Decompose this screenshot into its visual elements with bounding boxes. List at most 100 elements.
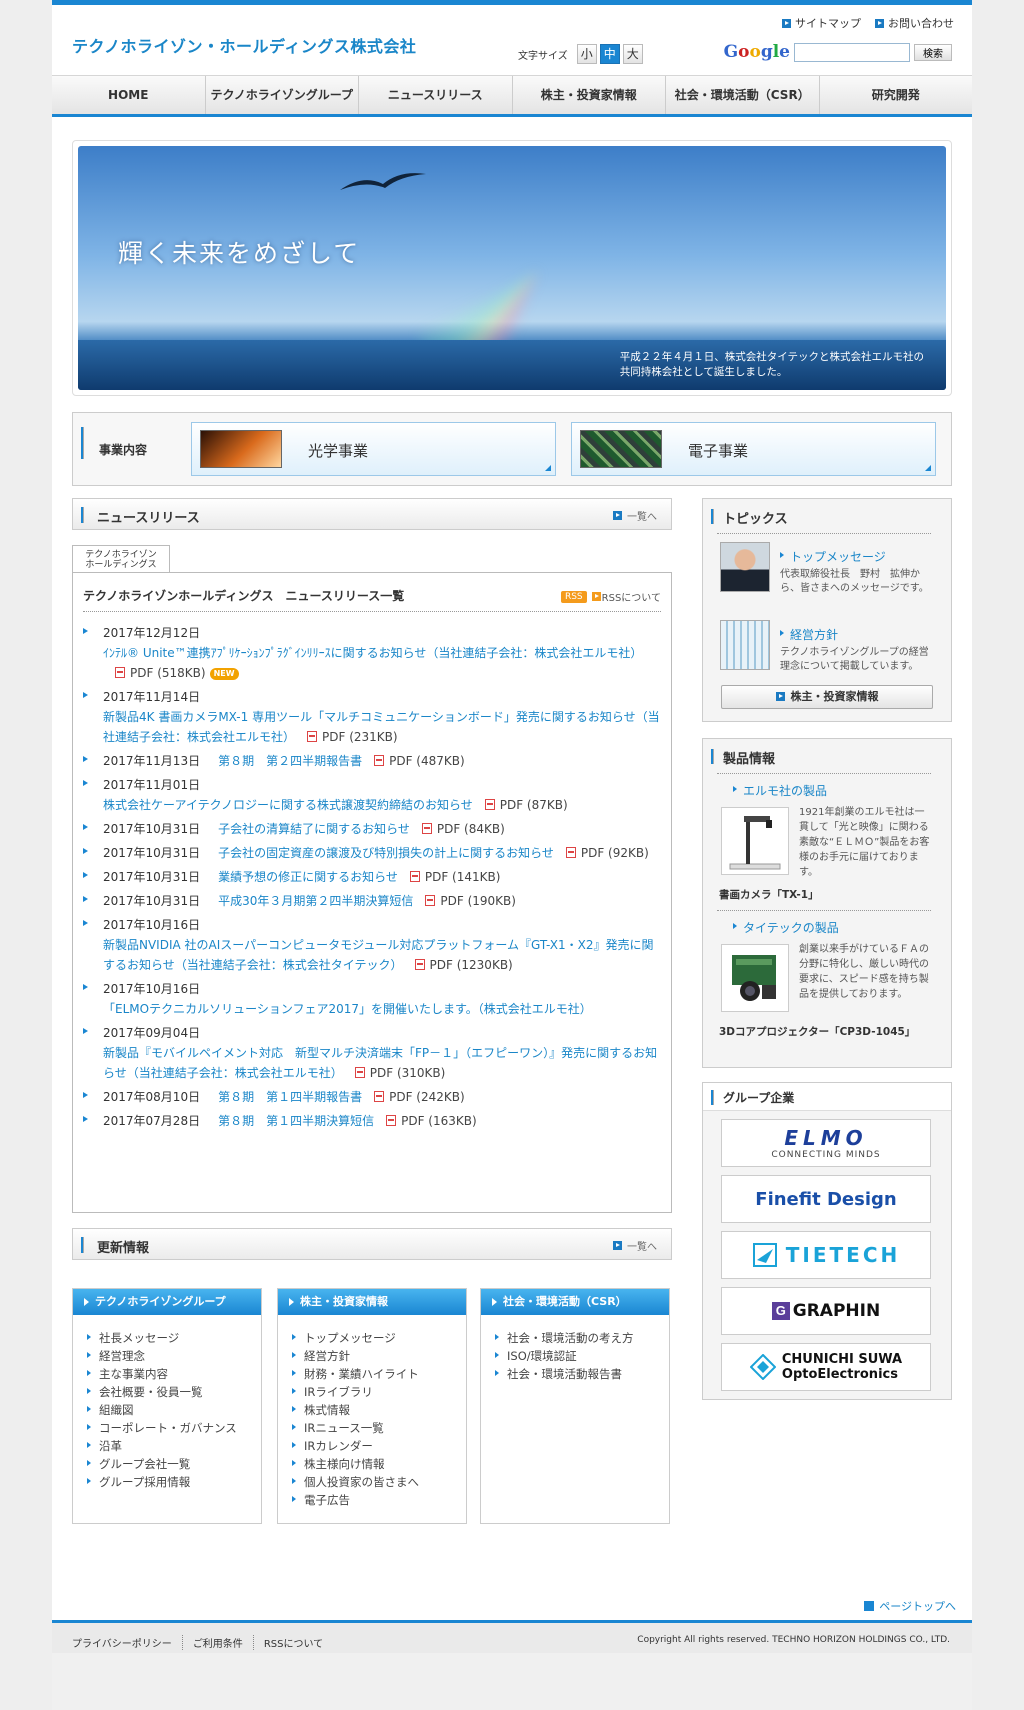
list-item[interactable]: 社会・環境活動報告書 <box>495 1365 669 1383</box>
font-size-label: 文字サイズ <box>518 50 568 62</box>
privacy-policy-link[interactable]: プライバシーポリシー <box>72 1635 182 1650</box>
finefit-logo-link[interactable]: Finefit Design <box>721 1175 931 1223</box>
pdf-size[interactable]: PDF (141KB) <box>425 870 501 884</box>
news-box: テクノホライゾンホールディングス ニュースリリース一覧 RSS RSSについて … <box>72 572 672 1213</box>
news-more-link[interactable]: 一覧へ <box>613 508 657 523</box>
font-size-large-button[interactable]: 大 <box>622 44 643 64</box>
pdf-size[interactable]: PDF (87KB) <box>500 798 568 812</box>
list-item[interactable]: コーポレート・ガバナンス <box>87 1419 261 1437</box>
page: テクノホライゾン・ホールディングス株式会社 サイトマップ お問い合わせ 文字サイ… <box>52 0 973 1710</box>
search-area: Google 検索 <box>724 42 952 62</box>
list-item[interactable]: グループ採用情報 <box>87 1473 261 1491</box>
news-title-link[interactable]: 第８期 第１四半期報告書 <box>218 1090 362 1104</box>
list-item[interactable]: トップメッセージ <box>292 1329 466 1347</box>
list-item[interactable]: 株式情報 <box>292 1401 466 1419</box>
gnav-ir[interactable]: 株主・投資家情報 <box>513 76 666 114</box>
rss-about-link[interactable]: RSSについて <box>602 589 661 604</box>
list-item[interactable]: 財務・業績ハイライト <box>292 1365 466 1383</box>
contact-link[interactable]: お問い合わせ <box>875 15 954 31</box>
topics-header: トピックス <box>703 499 951 533</box>
list-item: 2017年10月31日 業績予想の修正に関するお知らせ PDF (141KB) <box>83 867 663 887</box>
gnav-home[interactable]: HOME <box>52 76 206 114</box>
font-size-medium-button[interactable]: 中 <box>599 44 620 64</box>
news-title-link[interactable]: 第８期 第２四半期報告書 <box>218 754 362 768</box>
list-item[interactable]: 株主様向け情報 <box>292 1455 466 1473</box>
news-date: 2017年10月31日 <box>103 822 201 836</box>
news-title-link[interactable]: 業績予想の修正に関するお知らせ <box>218 870 398 884</box>
graphin-logo-link[interactable]: G GRAPHIN <box>721 1287 931 1335</box>
products-header: 製品情報 <box>703 739 951 773</box>
list-item[interactable]: 個人投資家の皆さまへ <box>292 1473 466 1491</box>
hero-title: 輝く未来をめざして <box>118 239 361 268</box>
list-item[interactable]: IRカレンダー <box>292 1437 466 1455</box>
list-item[interactable]: IRニュース一覧 <box>292 1419 466 1437</box>
pdf-icon <box>409 871 420 882</box>
pdf-size[interactable]: PDF (518KB) <box>130 666 206 680</box>
gnav-news[interactable]: ニュースリリース <box>359 76 513 114</box>
list-item[interactable]: 沿革 <box>87 1437 261 1455</box>
site-logo[interactable]: テクノホライゾン・ホールディングス株式会社 <box>72 33 416 57</box>
rss-about-footer-link[interactable]: RSSについて <box>252 1635 333 1650</box>
news-title-link[interactable]: ｲﾝﾃﾙ® Unite™連携ｱﾌﾟﾘｹｰｼｮﾝﾌﾟﾗｸﾞｲﾝﾘﾘｰｽに関するお知… <box>103 646 642 660</box>
list-item[interactable]: IRライブラリ <box>292 1383 466 1401</box>
news-title-link[interactable]: 子会社の固定資産の譲渡及び特別損失の計上に関するお知らせ <box>218 846 554 860</box>
tietech-logo-link[interactable]: TIETECH <box>721 1231 931 1279</box>
topic-link[interactable]: トップメッセージ <box>780 548 886 565</box>
terms-of-use-link[interactable]: ご利用条件 <box>181 1635 253 1650</box>
tab-holdings[interactable]: テクノホライゾン ホールディングス <box>72 545 170 573</box>
list-item[interactable]: 社長メッセージ <box>87 1329 261 1347</box>
ir-info-button[interactable]: 株主・投資家情報 <box>721 685 933 709</box>
pdf-size[interactable]: PDF (92KB) <box>581 846 649 860</box>
optical-business-button[interactable]: 光学事業 <box>191 422 556 476</box>
pdf-size[interactable]: PDF (84KB) <box>437 822 505 836</box>
list-item[interactable]: 社会・環境活動の考え方 <box>495 1329 669 1347</box>
group-links-heading[interactable]: テクノホライゾングループ <box>73 1289 261 1315</box>
list-item[interactable]: 組織図 <box>87 1401 261 1419</box>
updates-more-link[interactable]: 一覧へ <box>613 1238 657 1253</box>
list-item[interactable]: 電子広告 <box>292 1491 466 1509</box>
list-item: 2017年12月12日 ｲﾝﾃﾙ® Unite™連携ｱﾌﾟﾘｹｰｼｮﾝﾌﾟﾗｸﾞ… <box>83 623 663 683</box>
list-item[interactable]: 主な事業内容 <box>87 1365 261 1383</box>
list-item[interactable]: グループ会社一覧 <box>87 1455 261 1473</box>
news-title-link[interactable]: 株式会社ケーアイテクノロジーに関する株式譲渡契約締結のお知らせ <box>103 798 473 812</box>
news-title-link[interactable]: 平成30年３月期第２四半期決算短信 <box>218 894 413 908</box>
gnav-rnd[interactable]: 研究開発 <box>820 76 973 114</box>
pdf-size[interactable]: PDF (242KB) <box>389 1090 465 1104</box>
pdf-size[interactable]: PDF (487KB) <box>389 754 465 768</box>
list-item[interactable]: 経営方針 <box>292 1347 466 1365</box>
gnav-csr[interactable]: 社会・環境活動（CSR） <box>666 76 820 114</box>
ir-links-heading[interactable]: 株主・投資家情報 <box>278 1289 466 1315</box>
search-input[interactable] <box>794 42 910 62</box>
pdf-size[interactable]: PDF (163KB) <box>401 1114 477 1128</box>
rss-badge[interactable]: RSS <box>560 590 587 603</box>
pdf-size[interactable]: PDF (310KB) <box>370 1066 446 1080</box>
csr-links-heading[interactable]: 社会・環境活動（CSR） <box>481 1289 669 1315</box>
sitemap-link[interactable]: サイトマップ <box>782 15 861 31</box>
search-button[interactable]: 検索 <box>914 43 952 61</box>
list-item[interactable]: 経営理念 <box>87 1347 261 1365</box>
gnav-group[interactable]: テクノホライゾングループ <box>206 76 359 114</box>
news-date: 2017年10月31日 <box>103 894 201 908</box>
chunichi-suwa-logo-link[interactable]: CHUNICHI SUWA OptoElectronics <box>721 1343 931 1391</box>
font-size-small-button[interactable]: 小 <box>576 44 597 64</box>
list-item: 2017年08月10日 第８期 第１四半期報告書 PDF (242KB) <box>83 1087 663 1107</box>
pdf-size[interactable]: PDF (231KB) <box>322 730 398 744</box>
electronic-business-label: 電子事業 <box>688 442 749 460</box>
pdf-size[interactable]: PDF (1230KB) <box>430 958 513 972</box>
electronic-business-button[interactable]: 電子事業 <box>571 422 936 476</box>
divider <box>83 611 661 612</box>
news-title-link[interactable]: 子会社の清算結了に関するお知らせ <box>218 822 410 836</box>
news-title-link[interactable]: 「ELMOテクニカルソリューションフェア2017」を開催いたします。（株式会社エ… <box>103 1002 592 1016</box>
news-title-link[interactable]: 第８期 第１四半期決算短信 <box>218 1114 374 1128</box>
pdf-size[interactable]: PDF (190KB) <box>440 894 516 908</box>
elmo-products-link[interactable]: エルモ社の製品 <box>733 782 951 799</box>
list-item[interactable]: ISO/環境認証 <box>495 1347 669 1365</box>
news-title-link[interactable]: 新製品NVIDIA 社のAIスーパーコンピュータモジュール対応プラットフォーム『… <box>103 938 654 972</box>
list-item[interactable]: 会社概要・役員一覧 <box>87 1383 261 1401</box>
csr-links-box: 社会・環境活動（CSR） 社会・環境活動の考え方 ISO/環境認証 社会・環境活… <box>480 1288 670 1524</box>
page-top-link[interactable]: ページトップへ <box>864 1598 956 1614</box>
elmo-logo-link[interactable]: ELMO CONNECTING MINDS <box>721 1119 931 1167</box>
topic-link[interactable]: 経営方針 <box>780 626 838 643</box>
tietech-products-link[interactable]: タイテックの製品 <box>733 919 951 936</box>
group-heading: グループ企業 <box>723 1091 795 1105</box>
